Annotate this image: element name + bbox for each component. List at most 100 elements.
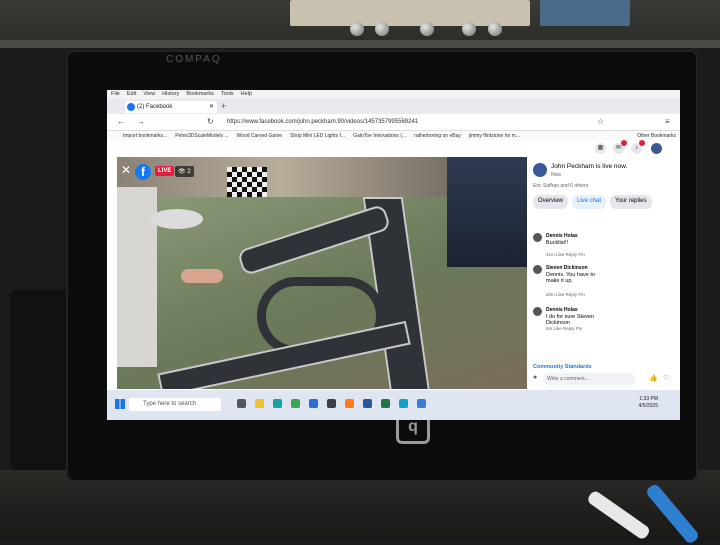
menu-view[interactable]: View bbox=[143, 90, 155, 99]
apps-grid-icon[interactable]: ▦ bbox=[595, 143, 606, 154]
back-icon[interactable]: ← bbox=[117, 117, 125, 126]
viewer-count-value: 2 bbox=[187, 169, 191, 175]
menu-bookmarks[interactable]: Bookmarks bbox=[186, 90, 214, 99]
clock-time: 1:33 PM bbox=[639, 396, 658, 402]
url-bar[interactable]: https://www.facebook.com/john.peckham.90… bbox=[227, 117, 467, 127]
cabinet-knob bbox=[462, 22, 476, 36]
task-view-icon[interactable] bbox=[237, 399, 246, 408]
word-icon[interactable] bbox=[363, 399, 372, 408]
avatar[interactable] bbox=[533, 307, 542, 316]
star-icon[interactable]: ☆ bbox=[597, 117, 604, 126]
screen: File Edit View History Bookmarks Tools H… bbox=[107, 90, 680, 420]
bookmark-item[interactable]: ratherboring on eBay bbox=[414, 131, 461, 141]
person-arm bbox=[117, 187, 157, 367]
photos-icon[interactable] bbox=[399, 399, 408, 408]
app-icon[interactable] bbox=[417, 399, 426, 408]
monitor-brand: COMPAQ bbox=[166, 54, 222, 65]
tab-title: (2) Facebook bbox=[137, 104, 173, 110]
speaker bbox=[10, 290, 70, 470]
shelf bbox=[0, 0, 720, 48]
cabinet-knob bbox=[488, 22, 502, 36]
tab-bar: (2) Facebook ✕ + bbox=[107, 99, 680, 114]
bookmark-item[interactable]: Shop Mini LED Lights f... bbox=[290, 131, 345, 141]
menu-icon[interactable]: ≡ bbox=[665, 117, 670, 126]
mail-icon[interactable] bbox=[309, 399, 318, 408]
bookmark-item[interactable]: Import bookmarks... bbox=[123, 131, 167, 141]
comment-text: Dennis. You have to make it up. bbox=[546, 272, 595, 284]
facebook-icon bbox=[127, 103, 135, 111]
taskbar: ⌕ Type here to search 1:33 PM 4/5/2025 bbox=[107, 390, 680, 420]
comment-input[interactable]: Write a comment... bbox=[543, 373, 635, 385]
facebook-logo-icon: f bbox=[135, 164, 151, 180]
comment-text: I do for sure Steven Dickinson bbox=[546, 314, 594, 326]
checkered-flag bbox=[227, 167, 267, 197]
new-tab-button[interactable]: + bbox=[221, 101, 226, 111]
live-badge: LIVE bbox=[155, 166, 175, 176]
close-icon[interactable]: ✕ bbox=[121, 163, 131, 177]
post-time: Now bbox=[551, 172, 562, 178]
community-standards-link[interactable]: Community Standards bbox=[533, 364, 592, 370]
blimp-model bbox=[151, 209, 203, 229]
streamer-status[interactable]: John Peckham is live now. bbox=[551, 163, 627, 170]
avatar[interactable] bbox=[533, 265, 542, 274]
menu-file[interactable]: File bbox=[111, 90, 120, 99]
firefox-icon[interactable] bbox=[345, 399, 354, 408]
menu-edit[interactable]: Edit bbox=[127, 90, 136, 99]
avatar[interactable] bbox=[651, 143, 662, 154]
comment-actions[interactable]: 20m Like Reply Pin bbox=[546, 292, 585, 297]
cabinet-knob bbox=[375, 22, 389, 36]
bookmarks-bar: Import bookmarks... Petes3DScaleModels .… bbox=[107, 131, 680, 141]
menu-bar: File Edit View History Bookmarks Tools H… bbox=[107, 90, 680, 99]
tab-your-replies[interactable]: Your replies bbox=[610, 195, 652, 209]
cabinet-knob bbox=[350, 22, 364, 36]
excel-icon[interactable] bbox=[381, 399, 390, 408]
browser-tab-facebook[interactable]: (2) Facebook ✕ bbox=[125, 101, 217, 113]
comment-author[interactable]: Steven Dickinson bbox=[546, 265, 588, 271]
notification-badge bbox=[621, 140, 627, 146]
store-icon[interactable] bbox=[327, 399, 336, 408]
clock-date: 4/5/2025 bbox=[638, 403, 658, 409]
avatar[interactable] bbox=[533, 163, 547, 177]
menu-help[interactable]: Help bbox=[241, 90, 252, 99]
panel-tabs: Overview Live chat Your replies bbox=[533, 195, 678, 209]
bookmark-item[interactable]: Petes3DScaleModels ... bbox=[175, 131, 228, 141]
edge-icon[interactable] bbox=[273, 399, 282, 408]
avatar[interactable] bbox=[533, 233, 542, 242]
nav-bar: ← → ↻ https://www.facebook.com/john.peck… bbox=[107, 114, 680, 131]
facebook-header: ▦ ✉ ♪ bbox=[107, 140, 680, 157]
heart-icon[interactable]: ♡ bbox=[663, 374, 669, 382]
hand bbox=[181, 269, 223, 283]
shelf-box bbox=[540, 0, 630, 26]
bookmark-item[interactable]: GatoToe Innovations (... bbox=[353, 131, 406, 141]
reactions-summary[interactable]: Eric Saffran and 6 others bbox=[533, 183, 588, 189]
bell-icon[interactable]: ♪ bbox=[631, 140, 645, 154]
menu-history[interactable]: History bbox=[162, 90, 179, 99]
comment-author[interactable]: Dennis Holas bbox=[546, 307, 578, 313]
windows-start-icon[interactable] bbox=[115, 399, 125, 409]
close-icon[interactable]: ✕ bbox=[209, 101, 214, 113]
tab-live-chat[interactable]: Live chat bbox=[572, 195, 607, 209]
avatar-small: ● bbox=[533, 374, 538, 381]
spectator bbox=[447, 157, 527, 267]
bookmark-item[interactable]: jimmy flintstone ho m... bbox=[469, 131, 520, 141]
chrome-icon[interactable] bbox=[291, 399, 300, 408]
tab-overview[interactable]: Overview bbox=[533, 195, 569, 209]
file-explorer-icon[interactable] bbox=[255, 399, 264, 408]
viewer-count: 👁 2 bbox=[175, 166, 194, 177]
bookmark-item[interactable]: Wood Carved Game bbox=[237, 131, 282, 141]
comment-actions[interactable]: 5m Like Reply Pin bbox=[546, 326, 582, 331]
forward-icon[interactable]: → bbox=[137, 117, 145, 126]
comment-text: Bucklist!! bbox=[546, 240, 569, 246]
comment-author[interactable]: Dennis Holas bbox=[546, 233, 578, 239]
live-video[interactable]: ✕ f LIVE 👁 2 bbox=[117, 157, 527, 389]
messenger-icon[interactable]: ✉ bbox=[613, 140, 627, 154]
notification-badge bbox=[639, 140, 645, 146]
comment-actions[interactable]: 41m Like Reply Pin bbox=[546, 252, 585, 257]
like-icon[interactable]: 👍 bbox=[649, 374, 658, 382]
cabinet-knob bbox=[420, 22, 434, 36]
menu-tools[interactable]: Tools bbox=[221, 90, 234, 99]
reload-icon[interactable]: ↻ bbox=[207, 117, 214, 126]
shelf-ledge bbox=[0, 40, 720, 48]
taskbar-search[interactable]: Type here to search bbox=[129, 398, 221, 411]
taskbar-clock[interactable]: 1:33 PM 4/5/2025 bbox=[639, 396, 658, 410]
